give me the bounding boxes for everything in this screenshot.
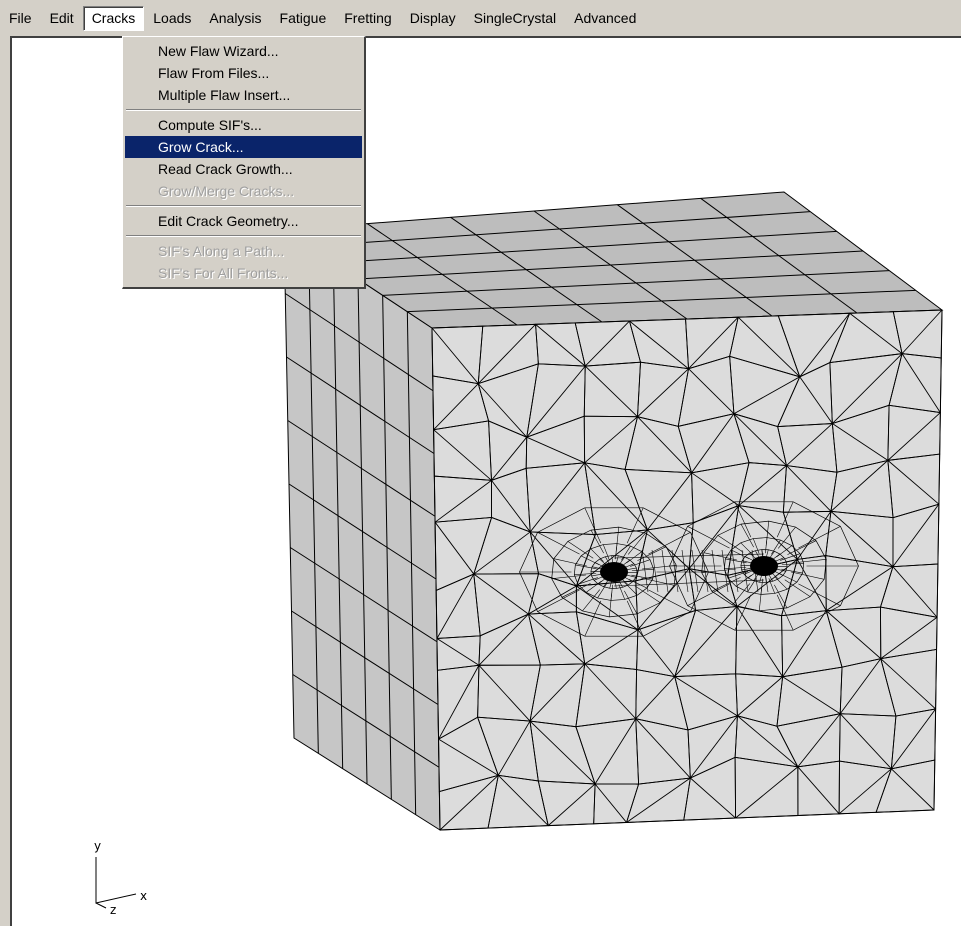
- menu-item-compute-sifs[interactable]: Compute SIF's...: [125, 114, 362, 136]
- menu-item-grow-crack[interactable]: Grow Crack...: [125, 136, 362, 158]
- menu-fatigue[interactable]: Fatigue: [271, 6, 336, 31]
- menu-item-new-flaw-wizard[interactable]: New Flaw Wizard...: [125, 40, 362, 62]
- menu-advanced[interactable]: Advanced: [565, 6, 645, 31]
- menu-separator: [126, 109, 361, 111]
- menu-display[interactable]: Display: [401, 6, 465, 31]
- menu-item-multiple-flaw-insert[interactable]: Multiple Flaw Insert...: [125, 84, 362, 106]
- menu-separator: [126, 235, 361, 237]
- menu-separator: [126, 205, 361, 207]
- axis-z-label: z: [110, 903, 116, 917]
- menu-item-flaw-from-files[interactable]: Flaw From Files...: [125, 62, 362, 84]
- menu-item-read-crack-growth[interactable]: Read Crack Growth...: [125, 158, 362, 180]
- menu-bar: File Edit Cracks Loads Analysis Fatigue …: [0, 0, 961, 36]
- menu-singlecrystal[interactable]: SingleCrystal: [465, 6, 565, 31]
- menu-cracks[interactable]: Cracks: [82, 5, 145, 31]
- menu-item-grow-merge-cracks: Grow/Merge Cracks...: [158, 183, 295, 199]
- menu-item-sifs-for-all-fronts: SIF's For All Fronts...: [158, 265, 289, 281]
- menu-loads[interactable]: Loads: [144, 6, 200, 31]
- menu-fretting[interactable]: Fretting: [335, 6, 400, 31]
- menu-edit[interactable]: Edit: [41, 6, 83, 31]
- axis-triad-lines: [95, 857, 137, 909]
- axis-y-label: y: [94, 839, 101, 853]
- cracks-dropdown-menu: New Flaw Wizard... Flaw From Files... Mu…: [122, 36, 366, 289]
- axis-x-label: x: [140, 889, 147, 903]
- menu-item-sifs-along-a-path: SIF's Along a Path...: [158, 243, 285, 259]
- menu-file[interactable]: File: [0, 6, 41, 31]
- menu-analysis[interactable]: Analysis: [200, 6, 270, 31]
- menu-item-edit-crack-geometry[interactable]: Edit Crack Geometry...: [125, 210, 362, 232]
